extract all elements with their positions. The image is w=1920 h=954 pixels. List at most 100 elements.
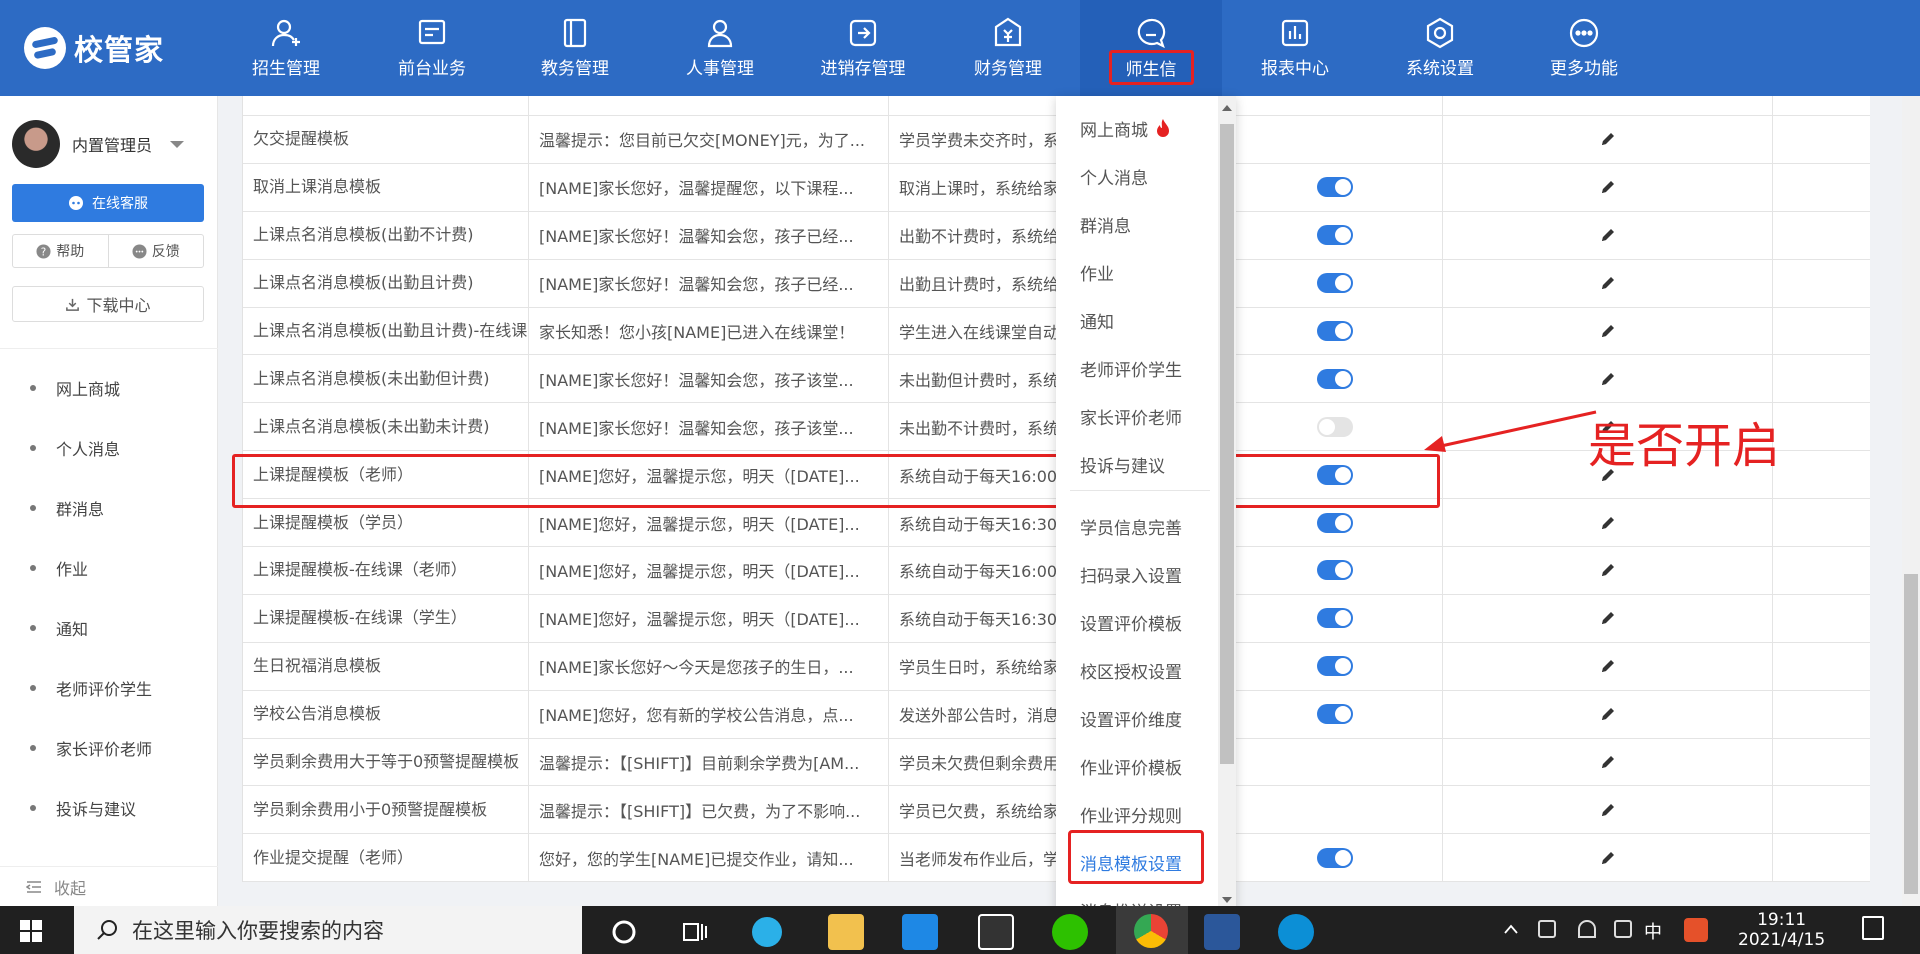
- dropdown-item[interactable]: 投诉与建议: [1056, 440, 1218, 488]
- dropdown-item[interactable]: 老师评价学生: [1056, 344, 1218, 392]
- dropdown-item[interactable]: 个人消息: [1056, 152, 1218, 200]
- edit-icon[interactable]: [1600, 610, 1616, 626]
- template-content-cell: [NAME]家长您好！温馨知会您，孩子该堂...: [529, 403, 889, 451]
- windows-start-icon[interactable]: [20, 920, 42, 942]
- nav-item-more[interactable]: 更多功能: [1514, 0, 1654, 96]
- scrollbar-thumb[interactable]: [1904, 574, 1918, 894]
- enable-toggle[interactable]: [1317, 273, 1353, 294]
- edit-icon[interactable]: [1600, 131, 1616, 147]
- wifi-icon[interactable]: [1578, 920, 1596, 938]
- edit-icon[interactable]: [1600, 802, 1616, 818]
- page-scrollbar[interactable]: [1902, 96, 1920, 906]
- bullet-icon: [30, 805, 36, 811]
- notification-icon[interactable]: [1862, 916, 1884, 940]
- sidebar-item-personal-message[interactable]: 个人消息: [0, 418, 218, 478]
- dropdown-item[interactable]: 设置评价维度: [1056, 694, 1218, 742]
- sidebar-item-complaints[interactable]: 投诉与建议: [0, 778, 218, 838]
- chrome-taskbar-active[interactable]: [1116, 906, 1188, 954]
- user-menu[interactable]: 内置管理员: [12, 120, 185, 168]
- edit-icon[interactable]: [1600, 562, 1616, 578]
- nav-item-settings[interactable]: 系统设置: [1370, 0, 1510, 96]
- edit-icon[interactable]: [1600, 850, 1616, 866]
- tray-chevron-icon[interactable]: [1504, 924, 1518, 934]
- sidebar-item-teacher-evaluate[interactable]: 老师评价学生: [0, 658, 218, 718]
- enable-toggle[interactable]: [1317, 847, 1353, 868]
- dropdown-item[interactable]: 作业: [1056, 248, 1218, 296]
- nav-item-finance[interactable]: 财务管理: [938, 0, 1078, 96]
- book-icon: [563, 18, 587, 48]
- app-icon[interactable]: [978, 914, 1014, 950]
- volume-icon[interactable]: [1614, 920, 1632, 938]
- nav-item-front-desk[interactable]: 前台业务: [362, 0, 502, 96]
- enable-toggle[interactable]: [1317, 704, 1353, 725]
- edit-cell: [1443, 499, 1773, 547]
- sogou-icon[interactable]: [1684, 918, 1708, 942]
- download-center-button[interactable]: 下载中心: [12, 286, 204, 322]
- enable-toggle[interactable]: [1317, 225, 1353, 246]
- table-cell: [1773, 786, 1871, 833]
- scroll-down-icon[interactable]: [1222, 896, 1232, 904]
- taskbar-clock[interactable]: 19:11 2021/4/15: [1738, 910, 1825, 950]
- scroll-up-icon[interactable]: [1222, 104, 1232, 112]
- qq-browser-icon[interactable]: [752, 917, 782, 947]
- task-view-icon[interactable]: [676, 914, 712, 950]
- sidebar-item-homework[interactable]: 作业: [0, 538, 218, 598]
- brand-logo[interactable]: 校管家: [24, 26, 164, 70]
- online-service-button[interactable]: 在线客服: [12, 184, 204, 222]
- edit-icon[interactable]: [1600, 275, 1616, 291]
- enable-toggle[interactable]: [1317, 177, 1353, 198]
- edit-icon[interactable]: [1600, 371, 1616, 387]
- enable-toggle[interactable]: [1317, 512, 1353, 533]
- edit-icon[interactable]: [1600, 658, 1616, 674]
- wechat-icon[interactable]: [1052, 914, 1088, 950]
- edit-icon[interactable]: [1600, 179, 1616, 195]
- enable-toggle[interactable]: [1317, 368, 1353, 389]
- dropdown-item[interactable]: 作业评价模板: [1056, 742, 1218, 790]
- sidebar-item-parent-evaluate[interactable]: 家长评价老师: [0, 718, 218, 778]
- nav-item-teacher-student[interactable]: 师生信: [1080, 0, 1222, 96]
- scrollbar-thumb[interactable]: [1220, 124, 1234, 764]
- cortana-icon[interactable]: [606, 914, 642, 950]
- enable-toggle[interactable]: [1317, 321, 1353, 341]
- dropdown-item[interactable]: 扫码录入设置: [1056, 550, 1218, 598]
- sidebar-item-online-mall[interactable]: 网上商城: [0, 358, 218, 418]
- dropdown-item[interactable]: 设置评价模板: [1056, 598, 1218, 646]
- dropdown-item[interactable]: 学员信息完善: [1056, 502, 1218, 550]
- nav-label: 财务管理: [974, 59, 1042, 79]
- nav-item-reports[interactable]: 报表中心: [1225, 0, 1365, 96]
- dropdown-scrollbar[interactable]: [1218, 96, 1236, 914]
- enable-toggle[interactable]: [1317, 656, 1353, 677]
- nav-item-enrollment[interactable]: 招生管理: [216, 0, 356, 96]
- dropdown-item-label: 投诉与建议: [1080, 456, 1165, 477]
- nav-item-inventory[interactable]: 进销存管理: [793, 0, 933, 96]
- edit-icon[interactable]: [1600, 227, 1616, 243]
- dropdown-item[interactable]: 校区授权设置: [1056, 646, 1218, 694]
- nav-item-academic[interactable]: 教务管理: [505, 0, 645, 96]
- feedback-button[interactable]: 反馈: [109, 235, 204, 267]
- dropdown-item[interactable]: 家长评价老师: [1056, 392, 1218, 440]
- enable-toggle[interactable]: [1317, 608, 1353, 629]
- bar-chart-icon: [1281, 19, 1309, 47]
- nav-item-hr[interactable]: 人事管理: [650, 0, 790, 96]
- battery-icon[interactable]: [1538, 920, 1556, 938]
- sidebar-item-notice[interactable]: 通知: [0, 598, 218, 658]
- enable-toggle[interactable]: [1317, 416, 1353, 437]
- nav-label: 更多功能: [1550, 59, 1618, 79]
- ime-indicator[interactable]: 中: [1644, 918, 1662, 944]
- enable-toggle[interactable]: [1317, 560, 1353, 581]
- dropdown-item[interactable]: 群消息: [1056, 200, 1218, 248]
- help-button[interactable]: ? 帮助: [13, 235, 109, 267]
- edit-icon[interactable]: [1600, 323, 1616, 339]
- edit-icon[interactable]: [1600, 515, 1616, 531]
- edit-icon[interactable]: [1600, 754, 1616, 770]
- word-icon[interactable]: [1204, 914, 1240, 950]
- taskbar-search-box[interactable]: 在这里输入你要搜索的内容: [74, 906, 582, 954]
- file-explorer-icon[interactable]: [828, 914, 864, 950]
- edit-icon[interactable]: [1600, 706, 1616, 722]
- sidebar-item-group-message[interactable]: 群消息: [0, 478, 218, 538]
- dropdown-item[interactable]: 网上商城: [1056, 104, 1218, 152]
- edge-icon[interactable]: [1278, 914, 1314, 950]
- dropdown-item[interactable]: 通知: [1056, 296, 1218, 344]
- mail-icon[interactable]: [902, 914, 938, 950]
- collapse-sidebar-button[interactable]: 收起: [0, 866, 218, 906]
